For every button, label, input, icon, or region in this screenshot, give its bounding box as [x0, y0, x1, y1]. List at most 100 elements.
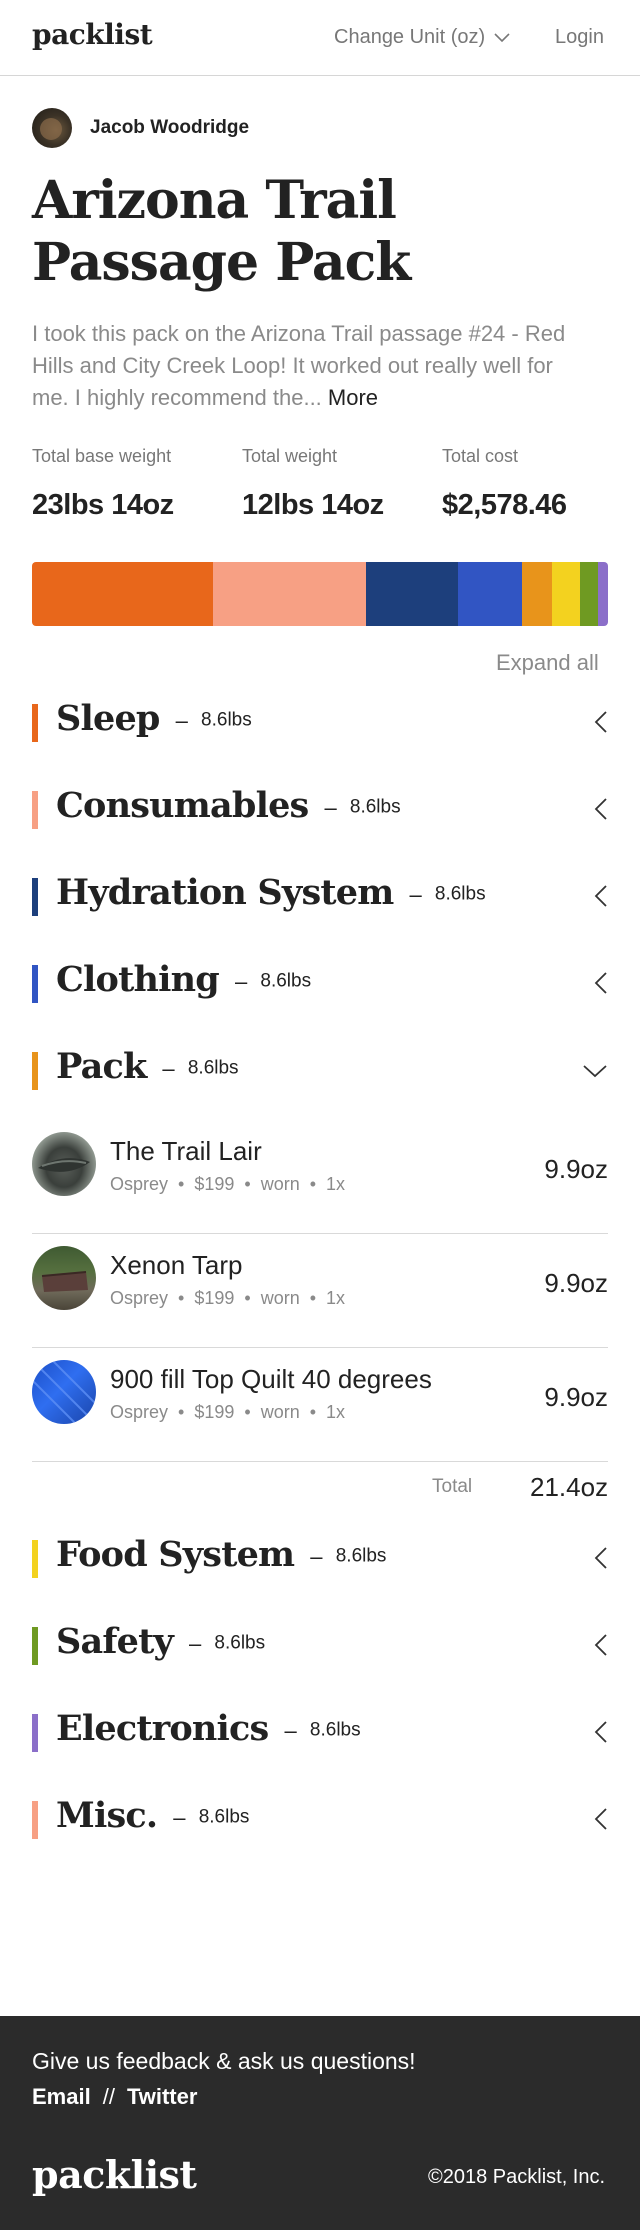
dash: – — [284, 1717, 296, 1743]
category-hydration-system[interactable]: Hydration System –8.6lbs — [32, 872, 608, 918]
stat-value: $2,578.46 — [442, 489, 567, 521]
weight-bar-segment — [213, 562, 366, 626]
meta-separator: • — [178, 1288, 185, 1308]
chevron-left-icon[interactable] — [594, 1633, 608, 1657]
item-status: worn — [260, 1174, 300, 1194]
item-brand: Osprey — [110, 1288, 169, 1308]
item-meta: Osprey • $199 • worn • 1x — [110, 1174, 345, 1195]
chevron-left-icon[interactable] — [594, 1807, 608, 1831]
category-title: Clothing — [56, 959, 220, 1000]
category-color-stripe — [32, 1714, 38, 1752]
dash: – — [175, 707, 188, 733]
chevron-down-icon — [494, 32, 510, 42]
meta-separator: • — [178, 1174, 185, 1194]
expand-all-button[interactable]: Expand all — [496, 650, 599, 676]
category-title: Hydration System — [56, 872, 394, 913]
meta-separator: • — [244, 1288, 251, 1308]
category-consumables[interactable]: Consumables –8.6lbs — [32, 785, 608, 831]
twitter-link[interactable]: Twitter — [127, 2084, 197, 2109]
category-misc[interactable]: Misc. –8.6lbs — [32, 1795, 608, 1841]
more-link[interactable]: More — [328, 385, 378, 410]
item-quantity: 1x — [326, 1402, 346, 1422]
chevron-left-icon[interactable] — [594, 1720, 608, 1744]
chevron-left-icon[interactable] — [594, 884, 608, 908]
category-weight: 8.6lbs — [309, 1719, 361, 1741]
item-status: worn — [260, 1288, 300, 1308]
item-price: $199 — [194, 1174, 235, 1194]
meta-separator: • — [244, 1402, 251, 1422]
chevron-left-icon[interactable] — [594, 1546, 608, 1570]
author-row[interactable]: Jacob Woodridge — [32, 108, 249, 148]
item-status: worn — [260, 1402, 300, 1422]
page-title: Arizona Trail Passage Pack — [32, 170, 411, 293]
dash: – — [310, 1543, 322, 1569]
weight-bar-segment — [457, 562, 522, 626]
weight-bar-segment — [580, 562, 599, 626]
meta-separator: • — [309, 1288, 317, 1308]
category-weight: 8.6lbs — [260, 970, 312, 992]
chevron-left-icon[interactable] — [594, 797, 608, 821]
item-name[interactable]: 900 fill Top Quilt 40 degrees — [110, 1364, 432, 1395]
change-unit-dropdown[interactable]: Change Unit (oz) — [334, 26, 511, 49]
dash: – — [409, 881, 421, 907]
avatar — [32, 108, 72, 148]
item-weight: 9.9oz — [544, 1154, 608, 1184]
category-title: Safety — [56, 1621, 174, 1662]
item-thumbnail — [32, 1132, 96, 1196]
stat-total-weight: Total weight 12lbs 14oz — [242, 446, 384, 522]
category-electronics[interactable]: Electronics –8.6lbs — [32, 1708, 608, 1754]
author-name[interactable]: Jacob Woodridge — [90, 117, 249, 139]
category-safety[interactable]: Safety –8.6lbs — [32, 1621, 608, 1667]
item-weight: 9.9oz — [544, 1382, 608, 1412]
category-sleep[interactable]: Sleep –8.6lbs — [32, 698, 608, 744]
category-color-stripe — [32, 791, 38, 829]
category-color-stripe — [32, 1052, 38, 1090]
stat-base-weight: Total base weight 23lbs 14oz — [32, 446, 174, 522]
category-color-stripe — [32, 965, 38, 1003]
pack-total-label: Total — [432, 1476, 473, 1497]
stat-total-cost: Total cost $2,578.46 — [442, 446, 567, 522]
chevron-left-icon[interactable] — [594, 971, 608, 995]
category-weight: 8.6lbs — [214, 1632, 266, 1654]
item-name[interactable]: The Trail Lair — [110, 1136, 262, 1167]
chevron-left-icon[interactable] — [594, 710, 608, 734]
chevron-down-icon[interactable] — [582, 1064, 608, 1078]
item-weight: 9.9oz — [544, 1268, 608, 1298]
category-color-stripe — [32, 1540, 38, 1578]
item-name[interactable]: Xenon Tarp — [110, 1250, 243, 1281]
category-clothing[interactable]: Clothing –8.6lbs — [32, 959, 608, 1005]
category-weight: 8.6lbs — [198, 1806, 250, 1828]
change-unit-label: Change Unit (oz) — [334, 26, 486, 48]
stat-value: 12lbs 14oz — [242, 489, 384, 521]
site-logo[interactable]: packlist — [32, 18, 153, 51]
category-food-system[interactable]: Food System –8.6lbs — [32, 1534, 608, 1580]
list-item[interactable]: 900 fill Top Quilt 40 degrees Osprey • $19… — [32, 1348, 608, 1462]
footer-logo[interactable]: packlist — [32, 2152, 197, 2197]
stat-label: Total base weight — [32, 446, 172, 466]
feedback-text: Give us feedback & ask us questions! — [32, 2048, 416, 2074]
item-brand: Osprey — [110, 1174, 169, 1194]
category-weight: 8.6lbs — [201, 709, 252, 731]
category-title: Pack — [56, 1046, 147, 1087]
category-weight: 8.6lbs — [434, 883, 486, 905]
weight-bar-segment — [32, 562, 214, 626]
dash: – — [188, 1630, 201, 1656]
pack-description: I took this pack on the Arizona Trail pa… — [32, 318, 592, 414]
category-color-stripe — [32, 704, 38, 742]
category-weight: 8.6lbs — [349, 796, 401, 818]
category-pack[interactable]: Pack –8.6lbs — [32, 1046, 608, 1092]
category-weight: 8.6lbs — [335, 1545, 387, 1567]
dash: – — [234, 968, 247, 994]
list-item[interactable]: Xenon Tarp Osprey • $199 • worn • 1x 9.9oz — [32, 1234, 608, 1348]
top-nav: packlist Change Unit (oz) Login — [0, 0, 640, 76]
email-link[interactable]: Email — [32, 2084, 91, 2109]
copyright: ©2018 Packlist, Inc. — [428, 2166, 606, 2188]
category-title: Food System — [56, 1534, 295, 1575]
login-link[interactable]: Login — [555, 26, 604, 49]
dash: – — [324, 794, 336, 820]
item-price: $199 — [194, 1402, 235, 1422]
weight-bar-segment — [598, 562, 608, 626]
list-item[interactable]: The Trail Lair Osprey • $199 • worn • 1x 9.9oz — [32, 1120, 608, 1234]
meta-separator: • — [178, 1402, 185, 1422]
category-color-stripe — [32, 1801, 38, 1839]
